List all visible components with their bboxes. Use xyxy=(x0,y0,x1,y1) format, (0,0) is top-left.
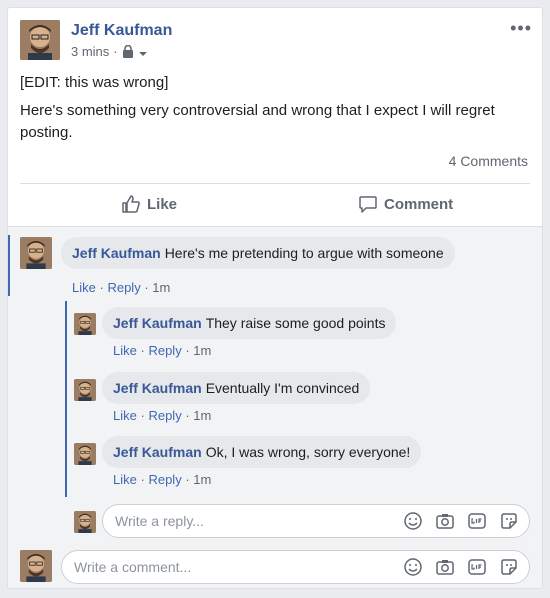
comment-time[interactable]: 1m xyxy=(152,280,170,295)
camera-icon[interactable] xyxy=(435,557,455,577)
reply-text: Ok, I was wrong, sorry everyone! xyxy=(205,444,411,460)
reply-input-avatar xyxy=(74,511,96,533)
reply-reply-link[interactable]: Reply xyxy=(148,343,181,358)
post-text-body: Here's something very controversial and … xyxy=(20,102,495,141)
reply-time[interactable]: 1m xyxy=(193,343,211,358)
reply-actions: Like · Reply · 1m xyxy=(113,472,212,487)
reply-bubble: Jeff Kaufman Eventually I'm convinced xyxy=(102,372,371,404)
reply-text: Eventually I'm convinced xyxy=(205,380,360,396)
reply-thread-indicator xyxy=(65,301,67,497)
like-label: Like xyxy=(147,195,178,213)
reply-reply-link[interactable]: Reply xyxy=(148,472,181,487)
reply-avatar[interactable] xyxy=(74,443,96,465)
reply-like-link[interactable]: Like xyxy=(113,343,137,358)
post-time[interactable]: 3 mins xyxy=(71,44,109,59)
comment-count-link[interactable]: 4 Comments xyxy=(449,153,528,169)
reply-author[interactable]: Jeff Kaufman xyxy=(113,315,202,331)
reply-avatar[interactable] xyxy=(74,313,96,335)
reply-text: They raise some good points xyxy=(205,315,386,331)
comment-input-placeholder: Write a comment... xyxy=(74,559,192,575)
comment-input[interactable]: Write a comment... xyxy=(61,550,530,584)
reply-input-icons xyxy=(403,511,519,531)
reply-like-link[interactable]: Like xyxy=(113,472,137,487)
sticker-icon[interactable] xyxy=(499,511,519,531)
camera-icon[interactable] xyxy=(435,511,455,531)
comment-input-icons xyxy=(403,557,519,577)
reply-input-placeholder: Write a reply... xyxy=(115,513,204,529)
comment-author[interactable]: Jeff Kaufman xyxy=(72,245,161,261)
like-button[interactable]: Like xyxy=(121,194,177,214)
comment-actions: Like · Reply · 1m xyxy=(72,280,171,295)
comment-label: Comment xyxy=(384,195,454,213)
chevron-down-icon[interactable] xyxy=(138,47,148,57)
comment-avatar[interactable] xyxy=(20,237,52,269)
reply-input[interactable]: Write a reply... xyxy=(102,504,530,538)
post-text-edit-note: [EDIT: this was wrong] xyxy=(20,74,169,91)
reply-like-link[interactable]: Like xyxy=(113,408,137,423)
reply-avatar[interactable] xyxy=(74,379,96,401)
post-meta: 3 mins · xyxy=(71,44,148,59)
reply-bubble: Jeff Kaufman Ok, I was wrong, sorry every… xyxy=(102,436,422,468)
gif-icon[interactable] xyxy=(467,557,487,577)
sticker-icon[interactable] xyxy=(499,557,519,577)
divider-top xyxy=(20,183,530,184)
meta-separator: · xyxy=(113,44,118,59)
thumbs-up-icon xyxy=(121,194,141,214)
reply-time[interactable]: 1m xyxy=(193,472,211,487)
comment-text: Here's me pretending to argue with someo… xyxy=(164,245,444,261)
thread-indicator xyxy=(8,235,10,296)
lock-icon[interactable] xyxy=(122,44,134,58)
reply-author[interactable]: Jeff Kaufman xyxy=(113,380,202,396)
comments-section: Jeff Kaufman Here's me pretending to argu… xyxy=(8,227,542,588)
post-author-name[interactable]: Jeff Kaufman xyxy=(71,22,172,40)
comment-input-avatar xyxy=(20,550,52,582)
author-avatar[interactable] xyxy=(20,20,60,60)
post-card: Jeff Kaufman 3 mins · ••• [EDIT: this wa… xyxy=(7,7,543,589)
comment-reply-link[interactable]: Reply xyxy=(107,280,140,295)
gif-icon[interactable] xyxy=(467,511,487,531)
speech-bubble-icon xyxy=(358,194,378,214)
reply-actions: Like · Reply · 1m xyxy=(113,408,212,423)
comment-bubble: Jeff Kaufman Here's me pretending to argu… xyxy=(61,237,455,269)
reply-bubble: Jeff Kaufman They raise some good points xyxy=(102,307,397,339)
reply-author[interactable]: Jeff Kaufman xyxy=(113,444,202,460)
more-options-button[interactable]: ••• xyxy=(510,18,532,39)
emoji-icon[interactable] xyxy=(403,557,423,577)
reply-reply-link[interactable]: Reply xyxy=(148,408,181,423)
reply-time[interactable]: 1m xyxy=(193,408,211,423)
comment-like-link[interactable]: Like xyxy=(72,280,96,295)
comment-button[interactable]: Comment xyxy=(358,194,453,214)
reply-actions: Like · Reply · 1m xyxy=(113,343,212,358)
emoji-icon[interactable] xyxy=(403,511,423,531)
